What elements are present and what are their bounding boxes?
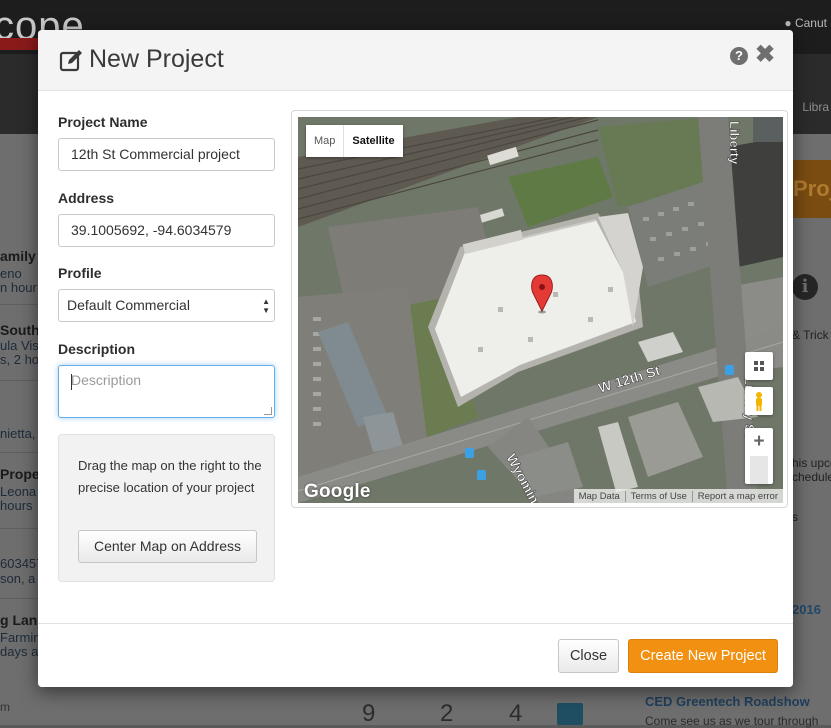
profile-selected-value: Default Commercial xyxy=(67,297,190,313)
zoom-separator xyxy=(750,456,768,484)
map-type-satellite-button[interactable]: Satellite xyxy=(343,125,402,157)
profile-label: Profile xyxy=(58,265,102,281)
map-attribution: Map Data Terms of Use Report a map error xyxy=(573,489,783,503)
address-label: Address xyxy=(58,190,115,206)
map-help-box: Drag the map on the right to the precise… xyxy=(58,434,275,582)
divider xyxy=(0,380,40,381)
google-logo: Google xyxy=(304,481,371,502)
project-time: nietta, xyxy=(0,426,36,441)
satellite-imagery[interactable]: W 12th St Wyoming Liberty Liberty St xyxy=(298,117,783,503)
report-map-error-link[interactable]: Report a map error xyxy=(691,490,783,502)
project-title: Prope xyxy=(0,466,40,482)
modal-header: New Project ? ✖ xyxy=(38,30,793,91)
street-view-button[interactable] xyxy=(745,387,773,415)
description-placeholder: Description xyxy=(71,372,142,388)
close-button[interactable]: Close xyxy=(558,639,619,673)
map-frame: W 12th St Wyoming Liberty Liberty St Map… xyxy=(291,110,788,508)
project-list-item[interactable]: Prope xyxy=(0,466,40,482)
zoom-control: + − xyxy=(745,428,773,484)
divider xyxy=(0,598,40,599)
profile-select[interactable]: Default Commercial ▲ ▼ xyxy=(58,289,275,322)
resize-handle-icon[interactable] xyxy=(264,407,272,415)
bus-stop-icon xyxy=(477,470,486,480)
project-time: s, 2 ho xyxy=(0,352,40,367)
create-project-button[interactable]: Create New Project xyxy=(628,639,778,673)
project-time: son, a xyxy=(0,571,36,586)
project-name-input[interactable]: 12th St Commercial project xyxy=(58,138,275,171)
project-time: hours xyxy=(0,498,33,513)
description-textarea[interactable]: Description xyxy=(58,365,275,418)
center-map-button[interactable]: Center Map on Address xyxy=(78,530,257,563)
new-project-modal: New Project ? ✖ Project Name 12th St Com… xyxy=(38,30,793,687)
map-type-map-button[interactable]: Map xyxy=(306,125,343,157)
project-time: n hour xyxy=(0,280,37,295)
project-location: Leona xyxy=(0,484,37,499)
text-caret xyxy=(71,374,72,390)
modal-title: New Project xyxy=(89,45,224,73)
event-date-link[interactable]: 2016 xyxy=(792,602,821,617)
project-title: amily xyxy=(0,248,36,264)
project-title: South xyxy=(0,322,40,338)
map-data-link[interactable]: Map Data xyxy=(574,491,625,502)
project-location: Farmin xyxy=(0,630,41,645)
project-name-label: Project Name xyxy=(58,114,148,130)
terms-of-use-link[interactable]: Terms of Use xyxy=(624,490,692,502)
description-label: Description xyxy=(58,341,136,357)
pegman-icon xyxy=(756,392,762,411)
info-icon: i xyxy=(792,274,818,300)
bottom-left-text: m xyxy=(0,700,10,714)
project-list-item[interactable]: South xyxy=(0,322,40,338)
project-list-item[interactable]: amily xyxy=(0,248,36,264)
project-location: ula Vist xyxy=(0,338,43,353)
bus-stop-icon xyxy=(465,448,474,458)
modal-footer: Close Create New Project xyxy=(38,623,793,687)
divider xyxy=(0,304,40,305)
street-label: Liberty xyxy=(727,121,742,165)
close-icon[interactable]: ✖ xyxy=(755,41,775,69)
user-icon: ● xyxy=(784,16,792,30)
project-location: eno xyxy=(0,266,22,281)
help-icon[interactable]: ? xyxy=(730,47,748,65)
upcoming-text: his upco xyxy=(792,456,831,470)
news-subtitle: Come see us as we tour through xyxy=(645,714,819,728)
divider xyxy=(0,528,40,529)
select-arrows-icon: ▲ ▼ xyxy=(262,297,270,315)
schedule-text: chedule xyxy=(792,470,831,484)
edit-icon xyxy=(59,50,82,72)
bus-stop-icon xyxy=(725,365,734,375)
news-title[interactable]: CED Greentech Roadshow xyxy=(645,694,810,709)
map-help-text: Drag the map on the right to the precise… xyxy=(78,458,262,495)
stat-value: 4 xyxy=(509,700,523,727)
calendar-icon[interactable] xyxy=(557,703,583,725)
map-tilt-button[interactable] xyxy=(745,352,773,380)
user-name: Canut xyxy=(794,16,827,30)
zoom-in-button[interactable]: + xyxy=(745,428,773,456)
nav-item-library[interactable]: Libra xyxy=(802,100,829,114)
tips-text: & Trick xyxy=(792,328,829,342)
stat-value: 2 xyxy=(440,700,454,727)
grid-icon xyxy=(754,361,764,371)
project-location: 603457 xyxy=(0,556,44,571)
stat-value: 9 xyxy=(362,700,376,727)
address-input[interactable]: 39.1005692, -94.6034579 xyxy=(58,214,275,247)
user-menu[interactable]: ● Canut xyxy=(784,16,827,30)
project-time: days a xyxy=(0,644,39,659)
satellite-map[interactable]: W 12th St Wyoming Liberty Liberty St Map… xyxy=(298,117,783,503)
divider xyxy=(0,452,40,453)
map-type-control: Map Satellite xyxy=(306,125,403,157)
